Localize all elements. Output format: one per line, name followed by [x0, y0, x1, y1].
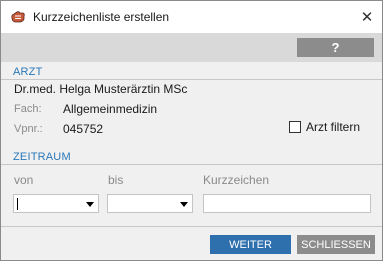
zeitraum-divider	[1, 164, 382, 165]
chevron-down-icon[interactable]	[86, 202, 94, 207]
arzt-filter-checkbox[interactable]: Arzt filtern	[289, 120, 360, 134]
arzt-filter-label: Arzt filtern	[306, 120, 361, 134]
close-icon: ✕	[360, 9, 374, 26]
fach-value: Allgemeinmedizin	[63, 102, 158, 116]
help-button[interactable]: ?	[297, 38, 374, 57]
doctor-name: Dr.med. Helga Musterärztin MSc	[14, 82, 188, 96]
arzt-section-label: ARZT	[13, 66, 43, 78]
arzt-divider	[1, 79, 382, 80]
text-caret	[17, 198, 18, 210]
kurzzeichen-label: Kurzzeichen	[203, 173, 270, 187]
title-bar: Kurzzeichenliste erstellen ✕	[1, 1, 382, 33]
vpnr-label: Vpnr.:	[14, 123, 43, 135]
weiter-button[interactable]: WEITER	[210, 235, 291, 254]
footer-divider	[1, 226, 382, 227]
close-button[interactable]: ✕	[352, 1, 382, 33]
zeitraum-section-label: ZEITRAUM	[13, 151, 71, 163]
kurzzeichen-input[interactable]	[203, 194, 371, 213]
window-title: Kurzzeichenliste erstellen	[33, 10, 170, 24]
dialog-window: Kurzzeichenliste erstellen ✕ ? ARZT Dr.m…	[0, 0, 383, 261]
fach-label: Fach:	[14, 103, 42, 115]
hand-icon	[10, 10, 26, 24]
vpnr-value: 045752	[63, 122, 104, 136]
bis-select[interactable]	[107, 194, 193, 213]
bis-label: bis	[108, 173, 124, 187]
von-label: von	[14, 173, 34, 187]
chevron-down-icon[interactable]	[180, 202, 188, 207]
schliessen-button[interactable]: SCHLIESSEN	[297, 235, 375, 254]
checkbox-box[interactable]	[289, 121, 301, 133]
von-select[interactable]	[13, 194, 99, 213]
